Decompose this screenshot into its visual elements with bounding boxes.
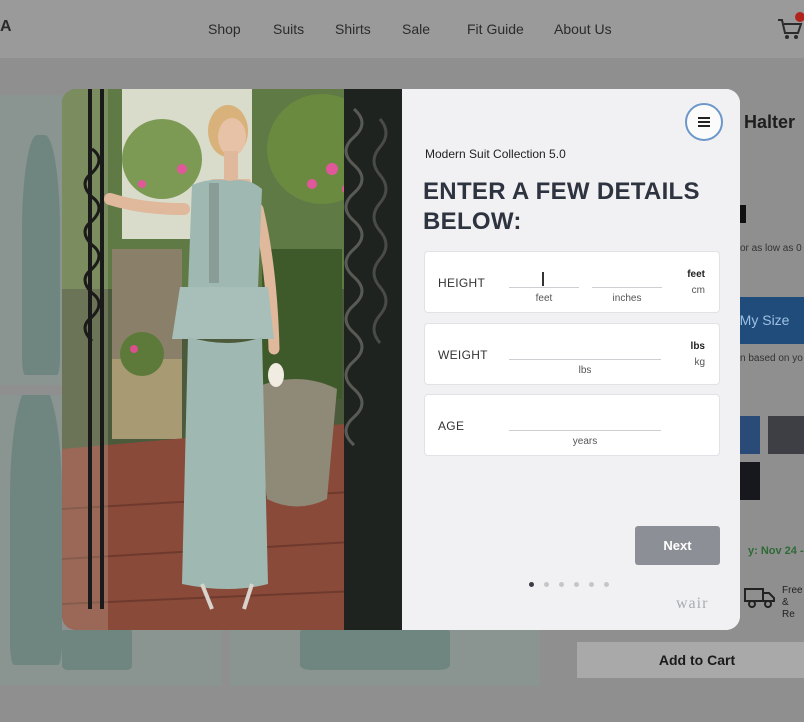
text-cursor-icon — [542, 272, 544, 286]
weight-unit-lbs[interactable]: lbs — [691, 341, 705, 352]
nav-fit-guide[interactable]: Fit Guide — [467, 21, 524, 37]
height-feet-input[interactable] — [509, 266, 579, 288]
wair-logo: wair — [676, 595, 709, 612]
collection-name: Modern Suit Collection 5.0 — [425, 147, 566, 161]
menu-button[interactable] — [685, 103, 723, 141]
next-button[interactable]: Next — [635, 526, 720, 565]
step-indicator — [529, 582, 609, 587]
step-dot[interactable] — [589, 582, 594, 587]
step-dot[interactable] — [574, 582, 579, 587]
age-caption: years — [572, 436, 598, 447]
height-inches-input[interactable] — [592, 266, 662, 288]
gallery-image-2[interactable] — [0, 395, 62, 685]
height-feet-caption: feet — [535, 293, 553, 304]
gallery-image-1[interactable] — [0, 95, 62, 385]
gallery-image-3[interactable] — [62, 630, 222, 686]
weight-unit-kg[interactable]: kg — [694, 357, 705, 368]
truck-icon — [744, 588, 775, 608]
weight-label: WEIGHT — [438, 348, 488, 362]
age-label: AGE — [438, 419, 465, 433]
site-header: A Shop Suits Shirts Sale Fit Guide About… — [0, 0, 804, 58]
shipping-estimate: y: Nov 24 - D — [748, 545, 804, 557]
weight-input[interactable] — [509, 338, 661, 360]
model-photo — [62, 89, 402, 630]
size-note: n based on yo — [740, 353, 803, 364]
age-input[interactable] — [509, 409, 661, 431]
form-panel: Modern Suit Collection 5.0 ENTER A FEW D… — [402, 89, 740, 630]
nav-shirts[interactable]: Shirts — [335, 21, 371, 37]
form-headline: ENTER A FEW DETAILS BELOW: — [423, 178, 700, 235]
free-shipping-note: Free & Re — [782, 585, 804, 621]
add-to-cart-button[interactable]: Add to Cart — [577, 642, 804, 678]
cart-badge — [795, 12, 804, 22]
free-shipping-line-2: & Re — [782, 597, 795, 620]
weight-field: WEIGHT lbs lbs kg — [424, 323, 720, 385]
step-dot[interactable] — [559, 582, 564, 587]
product-title: Halter — [744, 112, 796, 132]
weight-caption: lbs — [578, 365, 592, 376]
step-dot[interactable] — [544, 582, 549, 587]
step-dot[interactable] — [604, 582, 609, 587]
height-field: HEIGHT feet inches feet cm — [424, 251, 720, 313]
step-dot[interactable] — [529, 582, 534, 587]
nav-about-us[interactable]: About Us — [554, 21, 612, 37]
hamburger-icon — [698, 117, 710, 127]
nav-suits[interactable]: Suits — [273, 21, 304, 37]
site-logo[interactable]: A — [0, 18, 12, 36]
height-inches-caption: inches — [612, 293, 642, 304]
nav-sale[interactable]: Sale — [402, 21, 430, 37]
gallery-image-4[interactable] — [230, 630, 540, 686]
free-shipping-line-1: Free — [782, 585, 803, 596]
age-field: AGE years — [424, 394, 720, 456]
color-swatch-charcoal[interactable] — [768, 416, 804, 454]
nav-shop[interactable]: Shop — [208, 21, 241, 37]
price-note: or as low as 0 — [740, 243, 802, 254]
height-unit-feet[interactable]: feet — [687, 269, 705, 280]
height-label: HEIGHT — [438, 276, 486, 290]
height-unit-cm[interactable]: cm — [692, 285, 705, 296]
size-finder-modal: Modern Suit Collection 5.0 ENTER A FEW D… — [62, 89, 740, 630]
